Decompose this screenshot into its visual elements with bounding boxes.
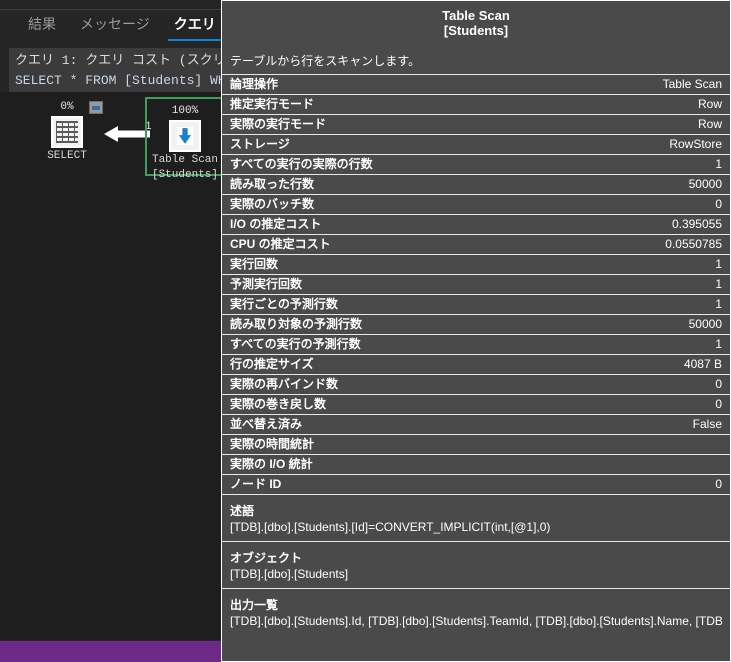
tooltip-property-value: Row xyxy=(697,117,722,131)
tooltip-property-value: 1 xyxy=(715,337,722,351)
tooltip-property-value: 1 xyxy=(715,297,722,311)
tooltip-property-row: 実際の I/O 統計 xyxy=(222,454,730,474)
tooltip-property-row: 実際の時間統計 xyxy=(222,434,730,454)
tooltip-property-key: 実際の巻き戻し数 xyxy=(230,397,327,411)
tooltip-property-key: すべての実行の予測行数 xyxy=(230,337,361,351)
tooltip-property-key: 実際の I/O 統計 xyxy=(230,457,313,471)
tooltip-property-row: 論理操作 Table Scan xyxy=(222,74,730,94)
tooltip-property-key: I/O の推定コスト xyxy=(230,217,322,231)
tooltip-property-row: 読み取った行数 50000 xyxy=(222,174,730,194)
tooltip-property-row: ノード ID 0 xyxy=(222,474,730,494)
tooltip-property-row: I/O の推定コスト 0.395055 xyxy=(222,214,730,234)
operator-tooltip: Table Scan [Students] テーブルから行をスキャンします。 論… xyxy=(221,0,731,662)
query-cost-header: クエリ 1: クエリ コスト (スクリプト SELECT * FROM [Stu… xyxy=(9,48,223,92)
tooltip-detail-sections: 述語 [TDB].[dbo].[Students].[Id]=CONVERT_IM… xyxy=(222,494,730,635)
tooltip-property-value: 0 xyxy=(715,477,722,491)
tooltip-property-row: 実際のバッチ数 0 xyxy=(222,194,730,214)
tooltip-section-title: 述語 xyxy=(230,504,255,518)
tooltip-property-row: ストレージ RowStore xyxy=(222,134,730,154)
tooltip-section-title: オブジェクト xyxy=(230,551,303,565)
plan-canvas[interactable]: 0% SELECT 1 100% Table Scan [Students] xyxy=(0,92,225,640)
data-flow-arrow-icon xyxy=(104,126,150,142)
tooltip-property-key: 実際のバッチ数 xyxy=(230,197,315,211)
tooltip-description: テーブルから行をスキャンします。 xyxy=(230,54,421,68)
select-node-cost-percent: 0% xyxy=(60,101,74,113)
tooltip-property-key: CPU の推定コスト xyxy=(230,237,331,251)
scan-node-label-line2: [Students] xyxy=(151,169,218,181)
tooltip-property-value: Row xyxy=(697,97,722,111)
tooltip-property-row: 行の推定サイズ 4087 B xyxy=(222,354,730,374)
tooltip-property-key: 論理操作 xyxy=(230,77,279,91)
tooltip-property-value: 0 xyxy=(715,197,722,211)
tooltip-property-key: ストレージ xyxy=(230,137,290,151)
tooltip-property-key: 行の推定サイズ xyxy=(230,357,314,371)
select-node-label: SELECT xyxy=(47,150,87,162)
tooltip-property-row: 予測実行回数 1 xyxy=(222,274,730,294)
tooltip-property-value: Table Scan xyxy=(662,77,722,91)
tooltip-property-key: 実際の実行モード xyxy=(230,117,327,131)
tooltip-property-value: RowStore xyxy=(669,137,722,151)
tooltip-property-key: 実際の再バインド数 xyxy=(230,377,339,391)
table-scan-operator-icon xyxy=(169,120,201,152)
tooltip-section: 述語 [TDB].[dbo].[Students].[Id]=CONVERT_IM… xyxy=(222,494,730,541)
tooltip-property-key: ノード ID xyxy=(230,477,282,491)
tooltip-property-value: 1 xyxy=(715,157,722,171)
tooltip-property-value: 50000 xyxy=(688,317,722,331)
tooltip-title: Table Scan [Students] xyxy=(222,1,730,38)
tooltip-property-row: すべての実行の予測行数 1 xyxy=(222,334,730,354)
tooltip-section-value: [TDB].[dbo].[Students] xyxy=(230,567,349,581)
scan-node-label-line1: Table Scan xyxy=(151,154,218,166)
tooltip-property-value: 0.0550785 xyxy=(665,237,722,251)
tooltip-property-key: 推定実行モード xyxy=(230,97,315,111)
tooltip-property-list: 論理操作 Table Scan 推定実行モード Row 実際の実行モード Row ストレージ… xyxy=(222,74,730,494)
tooltip-property-value: False xyxy=(692,417,722,431)
tooltip-property-value: 4087 B xyxy=(683,357,722,371)
tooltip-property-value: 0 xyxy=(715,377,722,391)
tooltip-property-row: 実際の再バインド数 0 xyxy=(222,374,730,394)
tooltip-property-row: CPU の推定コスト 0.0550785 xyxy=(222,234,730,254)
tooltip-property-key: 読み取り対象の予測行数 xyxy=(230,317,363,331)
tooltip-section-value: [TDB].[dbo].[Students].[Id]=CONVERT_IMPL… xyxy=(230,520,551,534)
tooltip-property-row: 推定実行モード Row xyxy=(222,94,730,114)
tooltip-property-key: 実行回数 xyxy=(230,257,279,271)
tooltip-property-row: 並べ替え済み False xyxy=(222,414,730,434)
tooltip-property-row: 実際の巻き戻し数 0 xyxy=(222,394,730,414)
tooltip-property-value: 1 xyxy=(715,257,722,271)
tooltip-property-value: 50000 xyxy=(688,177,722,191)
select-operator-icon xyxy=(51,116,83,148)
tooltip-section-value: [TDB].[dbo].[Students].Id, [TDB].[dbo].[… xyxy=(230,614,722,628)
tooltip-property-key: 実行ごとの予測行数 xyxy=(230,297,338,311)
tooltip-property-key: 並べ替え済み xyxy=(230,417,303,431)
plan-node-select[interactable]: 0% SELECT xyxy=(41,101,93,163)
tooltip-property-row: 実行回数 1 xyxy=(222,254,730,274)
tooltip-property-row: 実際の実行モード Row xyxy=(222,114,730,134)
tooltip-property-key: すべての実行の実際の行数 xyxy=(230,157,373,171)
tooltip-section: 出力一覧 [TDB].[dbo].[Students].Id, [TDB].[db… xyxy=(222,588,730,635)
tooltip-property-value: 1 xyxy=(715,277,722,291)
tooltip-property-key: 読み取った行数 xyxy=(230,177,315,191)
tooltip-property-key: 予測実行回数 xyxy=(230,277,303,291)
tooltip-section: オブジェクト [TDB].[dbo].[Students] xyxy=(222,541,730,588)
tooltip-property-value: 0.395055 xyxy=(671,217,722,231)
tooltip-title-operator: Table Scan xyxy=(442,8,510,23)
tooltip-property-value: 0 xyxy=(715,397,722,411)
tab-results[interactable]: 結果 xyxy=(16,11,68,42)
tooltip-property-row: すべての実行の実際の行数 1 xyxy=(222,154,730,174)
scan-node-cost-percent: 100% xyxy=(171,105,199,117)
tooltip-property-row: 読み取り対象の予測行数 50000 xyxy=(222,314,730,334)
tooltip-section-title: 出力一覧 xyxy=(230,598,279,612)
query-cost-line: クエリ 1: クエリ コスト (スクリプト xyxy=(15,53,223,68)
tooltip-title-object: [Students] xyxy=(443,23,509,38)
tab-messages[interactable]: メッセージ xyxy=(68,11,162,42)
query-sql-line: SELECT * FROM [Students] WHERE [ xyxy=(15,73,223,88)
tooltip-property-key: 実際の時間統計 xyxy=(230,437,315,451)
plan-node-table-scan[interactable]: 100% Table Scan [Students] xyxy=(145,97,225,181)
tooltip-property-row: 実行ごとの予測行数 1 xyxy=(222,294,730,314)
collapse-minus-icon[interactable] xyxy=(89,101,103,114)
